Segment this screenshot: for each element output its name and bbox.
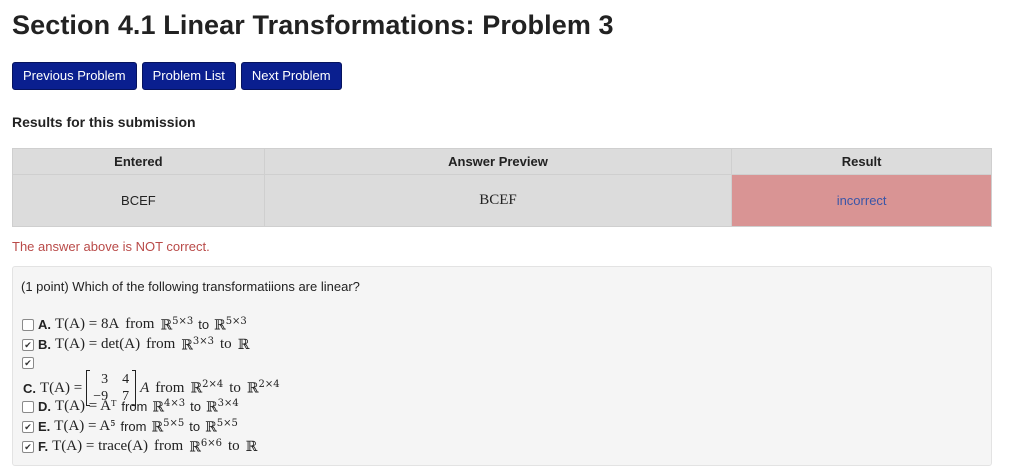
option-a-checkbox[interactable] [22,318,34,331]
from-word: from [146,336,176,353]
to-word: to [229,379,241,396]
domain-space: ℝ4×3 [152,398,186,416]
option-e: ✔ E. T(A) = A⁵ from ℝ5×5 to ℝ5×5 [22,418,238,436]
problem-navigation: Previous Problem Problem List Next Probl… [12,62,342,90]
option-d: D. T(A) = Aᵀ from ℝ4×3 to ℝ3×4 [22,398,239,416]
matrix-entry: 4 [122,372,130,387]
option-f: ✔ F. T(A) = trace(A) from ℝ6×6 to ℝ [22,438,257,456]
codomain-space: ℝ3×4 [205,398,239,416]
codomain-space: ℝ5×5 [205,418,238,436]
entered-answer: BCEF [12,174,265,227]
domain-space: ℝ2×4 [190,379,224,397]
to-word: to [190,399,201,415]
option-label: F. [38,439,49,455]
to-word: to [189,419,201,435]
result-status: incorrect [731,174,992,227]
option-formula: T(A) = A⁵ [54,418,116,435]
column-header-answer-preview: Answer Preview [263,148,733,175]
results-heading: Results for this submission [12,114,196,130]
from-word: from [120,419,147,435]
option-d-checkbox[interactable] [22,400,34,413]
answer-preview: BCEF [263,174,733,227]
option-label: C. [23,380,36,396]
codomain-space: ℝ2×4 [246,379,280,397]
option-e-checkbox[interactable]: ✔ [22,420,34,433]
option-label: A. [38,317,51,333]
option-b-checkbox[interactable]: ✔ [22,338,34,351]
option-label: B. [38,337,51,353]
previous-problem-button[interactable]: Previous Problem [12,62,137,90]
matrix-entry: 3 [101,372,109,387]
option-c-checkbox[interactable]: ✔ [22,357,34,369]
option-f-checkbox[interactable]: ✔ [22,440,34,453]
column-header-entered: Entered [12,148,265,175]
to-word: to [220,336,232,353]
domain-space: ℝ3×3 [181,336,215,354]
codomain-space: ℝ [237,336,250,353]
results-header-row: Entered Answer Preview Result [12,148,992,175]
codomain-space: ℝ [245,438,258,455]
domain-space: ℝ6×6 [189,438,222,456]
option-formula: T(A) = Aᵀ [55,398,117,415]
problem-list-button[interactable]: Problem List [141,62,236,90]
from-word: from [155,379,185,396]
option-formula-lhs: T(A) = [40,379,83,396]
option-label: D. [38,399,51,415]
option-formula-rhs: A [140,379,150,396]
domain-space: ℝ5×3 [160,316,194,334]
option-label: E. [38,419,51,435]
from-word: from [125,316,155,333]
next-problem-button[interactable]: Next Problem [240,62,342,90]
codomain-space: ℝ5×3 [214,316,247,334]
column-header-result: Result [731,148,992,175]
to-word: to [227,438,240,455]
from-word: from [154,438,184,455]
problem-prompt: (1 point) Which of the following transfo… [21,279,360,294]
results-table: Entered Answer Preview Result BCEF BCEF … [12,148,992,227]
from-word: from [121,399,148,415]
option-b: ✔ B. T(A) = det(A) from ℝ3×3 to ℝ [22,336,249,354]
option-formula: T(A) = det(A) [55,336,141,353]
to-word: to [198,317,210,333]
option-a: A. T(A) = 8A from ℝ5×3 to ℝ5×3 [22,316,247,334]
problem-panel: (1 point) Which of the following transfo… [12,266,992,466]
option-formula: T(A) = 8A [55,316,120,333]
option-formula: T(A) = trace(A) [52,438,149,455]
page-title: Section 4.1 Linear Transformations: Prob… [12,10,614,40]
answer-status-message: The answer above is NOT correct. [12,239,210,254]
table-row: BCEF BCEF incorrect [12,174,992,227]
domain-space: ℝ5×5 [151,418,185,436]
